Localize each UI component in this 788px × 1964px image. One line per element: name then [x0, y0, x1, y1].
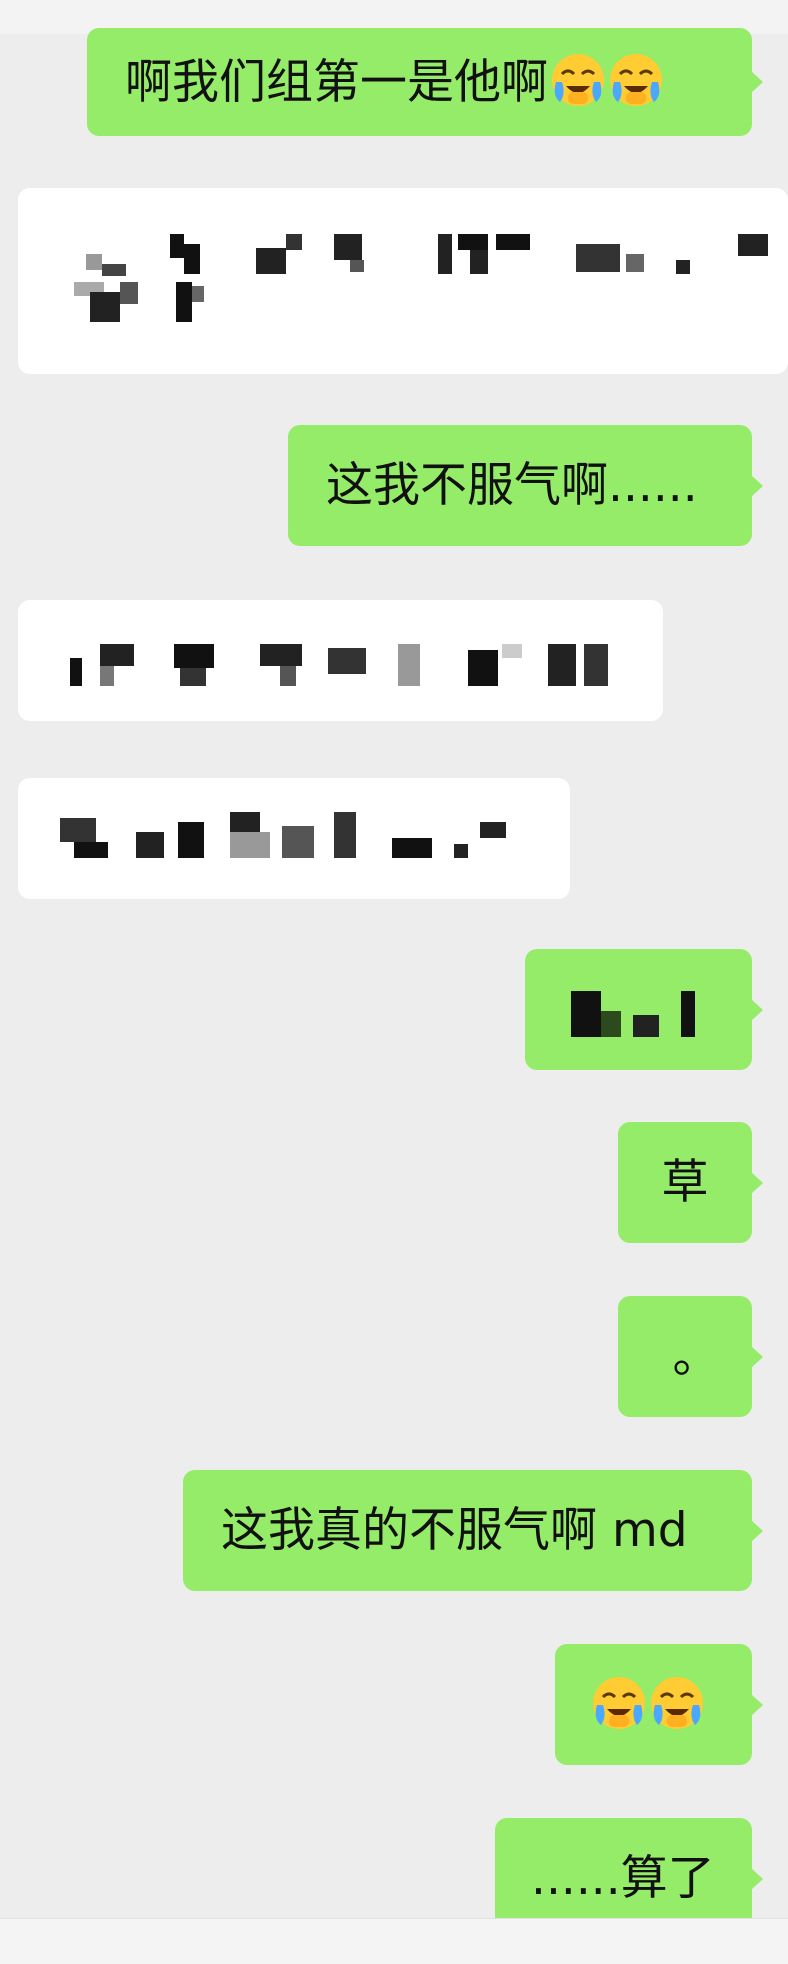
redacted-text [66, 234, 786, 334]
message-bubble-incoming[interactable] [18, 778, 570, 899]
face-with-tears-icon [649, 1675, 705, 1735]
message-bubble-outgoing[interactable]: 这我不服气啊...... [288, 425, 763, 546]
message-text: 啊我们组第一是他啊 [125, 54, 548, 110]
message-bubble-outgoing[interactable] [525, 949, 763, 1070]
face-with-tears-icon [608, 52, 664, 112]
message-text: 这我真的不服气啊 md [221, 1503, 688, 1558]
message-bubble-outgoing[interactable]: 草 [618, 1122, 763, 1243]
message-bubble-outgoing[interactable] [555, 1644, 763, 1765]
redacted-text [70, 644, 660, 694]
message-bubble-incoming[interactable] [18, 600, 663, 721]
bottom-bar [0, 1918, 788, 1964]
message-bubble-outgoing[interactable]: 。 [618, 1296, 763, 1417]
message-text: 这我不服气啊...... [326, 458, 698, 513]
message-bubble-outgoing[interactable]: 这我真的不服气啊 md [183, 1470, 763, 1591]
message-bubble-outgoing[interactable]: 啊我们组第一是他啊 [87, 28, 763, 136]
message-text: 。 [672, 1329, 720, 1384]
face-with-tears-icon [591, 1675, 647, 1735]
message-bubble-incoming[interactable] [18, 188, 788, 374]
redacted-text [60, 812, 560, 872]
chat-history[interactable]: 啊我们组第一是他啊 这我不服气啊...... 草 。 这我真的不服气啊 md .… [0, 0, 788, 1963]
message-text: 草 [661, 1155, 709, 1210]
face-with-tears-icon [550, 52, 606, 112]
message-text: ......算了 [531, 1851, 715, 1906]
redacted-text [571, 991, 721, 1037]
